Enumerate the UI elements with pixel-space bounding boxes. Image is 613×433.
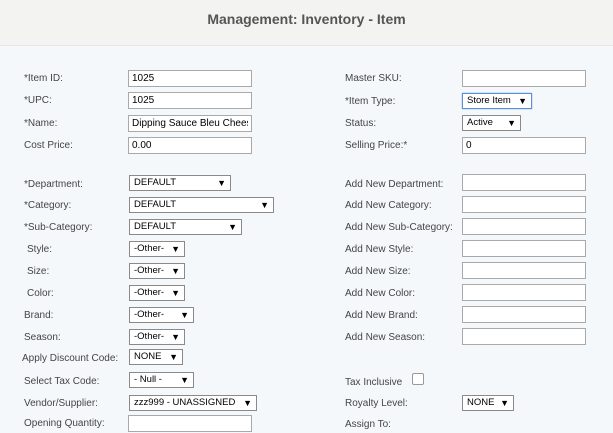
discount-value: NONE [134,351,162,362]
chevron-down-icon: ▼ [243,398,252,408]
new-sub-category-input[interactable] [462,218,586,235]
chevron-down-icon: ▼ [171,244,180,254]
status-value: Active [467,117,493,128]
new-color-label: Add New Color: [345,288,416,299]
style-select[interactable]: -Other- ▼ [129,241,185,257]
item-type-value: Store Item [467,95,511,106]
new-size-input[interactable] [462,262,586,279]
vendor-label: Vendor/Supplier: [24,398,98,409]
color-select[interactable]: -Other- ▼ [129,285,185,301]
new-size-label: Add New Size: [345,266,411,277]
tax-code-label: Select Tax Code: [24,376,100,387]
new-brand-input[interactable] [462,306,586,323]
discount-select[interactable]: NONE ▼ [129,349,183,365]
new-category-input[interactable] [462,196,586,213]
chevron-down-icon: ▼ [518,96,527,106]
department-label: *Department: [24,179,83,190]
vendor-select[interactable]: zzz999 - UNASSIGNED ▼ [129,395,257,411]
chevron-down-icon: ▼ [217,178,226,188]
season-select[interactable]: -Other- ▼ [129,329,185,345]
new-brand-label: Add New Brand: [345,310,418,321]
opening-qty-label: Opening Quantity: [24,418,105,429]
department-select[interactable]: DEFAULT ▼ [129,175,231,191]
item-id-label: *Item ID: [24,73,63,84]
size-value: -Other- [134,265,165,276]
chevron-down-icon: ▼ [260,200,269,210]
item-id-input[interactable] [128,70,252,87]
upc-input[interactable] [128,92,252,109]
chevron-down-icon: ▼ [171,332,180,342]
category-label: *Category: [24,200,72,211]
page-title: Management: Inventory - Item [207,11,406,27]
tax-code-select[interactable]: - Null - ▼ [129,372,194,388]
tax-inclusive-checkbox[interactable] [412,373,424,385]
new-season-label: Add New Season: [345,332,426,343]
tax-code-value: - Null - [134,374,162,385]
cost-price-label: Cost Price: [24,140,73,151]
chevron-down-icon: ▼ [180,310,189,320]
discount-label: Apply Discount Code: [22,353,119,364]
cost-price-input[interactable] [128,137,252,154]
chevron-down-icon: ▼ [171,288,180,298]
item-type-select[interactable]: Store Item ▼ [462,93,532,109]
color-value: -Other- [134,287,165,298]
selling-price-label: Selling Price:* [345,140,408,151]
page-header: Management: Inventory - Item [0,0,613,46]
master-sku-input[interactable] [462,70,586,87]
tax-inclusive-label: Tax Inclusive [345,377,403,388]
opening-qty-input[interactable] [128,415,252,432]
color-label: Color: [27,288,54,299]
season-label: Season: [24,332,61,343]
chevron-down-icon: ▼ [171,266,180,276]
selling-price-input[interactable] [462,137,586,154]
royalty-level-select[interactable]: NONE ▼ [462,395,514,411]
new-style-input[interactable] [462,240,586,257]
category-value: DEFAULT [134,199,177,210]
style-value: -Other- [134,243,165,254]
brand-label: Brand: [24,310,54,321]
brand-select[interactable]: -Other- ▼ [129,307,194,323]
master-sku-label: Master SKU: [345,73,402,84]
season-value: -Other- [134,331,165,342]
item-type-label: *Item Type: [345,96,396,107]
size-label: Size: [27,266,50,277]
status-select[interactable]: Active ▼ [462,115,521,131]
chevron-down-icon: ▼ [180,375,189,385]
new-color-input[interactable] [462,284,586,301]
royalty-level-value: NONE [467,397,495,408]
category-select[interactable]: DEFAULT ▼ [129,197,274,213]
royalty-level-label: Royalty Level: [345,398,408,409]
vendor-value: zzz999 - UNASSIGNED [134,397,236,408]
new-style-label: Add New Style: [345,244,414,255]
new-department-input[interactable] [462,174,586,191]
chevron-down-icon: ▼ [500,398,509,408]
style-label: Style: [27,244,53,255]
assign-to-label: Assign To: [345,419,391,430]
name-label: *Name: [24,118,58,129]
upc-label: *UPC: [24,95,52,106]
name-input[interactable] [128,115,252,132]
sub-category-label: *Sub-Category: [24,222,93,233]
sub-category-select[interactable]: DEFAULT ▼ [129,219,242,235]
new-category-label: Add New Category: [345,200,432,211]
chevron-down-icon: ▼ [228,222,237,232]
chevron-down-icon: ▼ [507,118,516,128]
sub-category-value: DEFAULT [134,221,177,232]
size-select[interactable]: -Other- ▼ [129,263,185,279]
status-label: Status: [345,118,377,129]
new-sub-category-label: Add New Sub-Category: [345,222,453,233]
brand-value: -Other- [134,309,165,320]
department-value: DEFAULT [134,177,177,188]
chevron-down-icon: ▼ [169,352,178,362]
new-season-input[interactable] [462,328,586,345]
new-department-label: Add New Department: [345,179,444,190]
